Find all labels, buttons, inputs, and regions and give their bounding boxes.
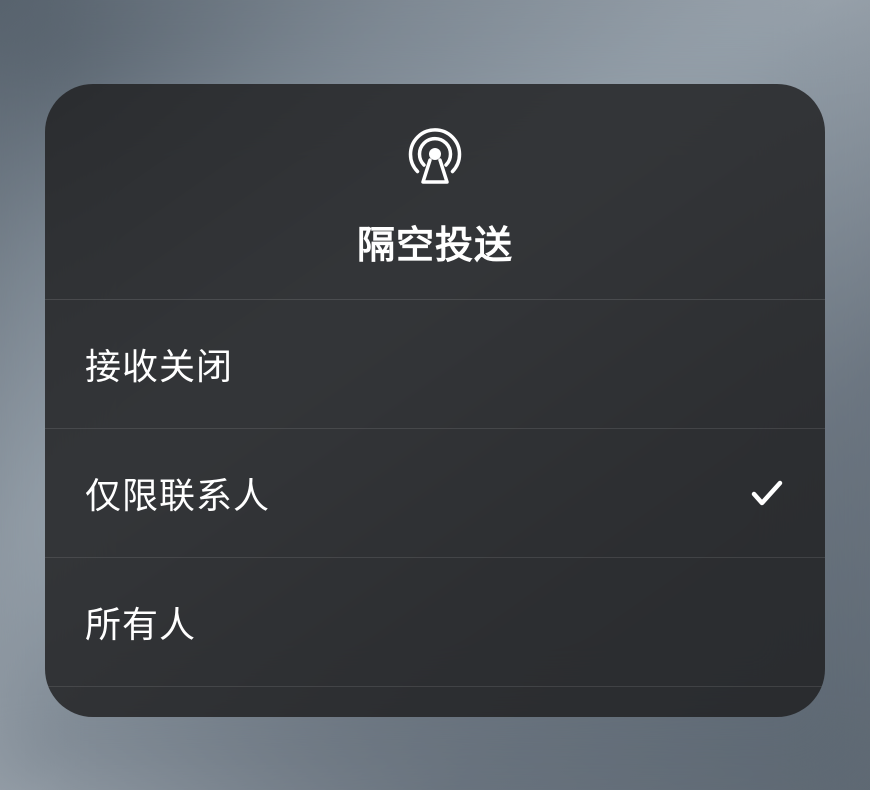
option-everyone[interactable]: 所有人 <box>45 558 825 687</box>
airdrop-icon <box>404 124 466 186</box>
options-list: 接收关闭 仅限联系人 所有人 <box>45 300 825 687</box>
option-label: 所有人 <box>85 596 196 648</box>
panel-title: 隔空投送 <box>357 214 513 269</box>
airdrop-settings-panel: 隔空投送 接收关闭 仅限联系人 所有人 <box>45 84 825 717</box>
option-receiving-off[interactable]: 接收关闭 <box>45 300 825 429</box>
option-label: 接收关闭 <box>85 338 233 390</box>
panel-header: 隔空投送 <box>45 84 825 300</box>
checkmark-icon <box>749 475 785 511</box>
option-contacts-only[interactable]: 仅限联系人 <box>45 429 825 558</box>
option-label: 仅限联系人 <box>85 467 270 519</box>
bottom-spacer <box>45 687 825 717</box>
